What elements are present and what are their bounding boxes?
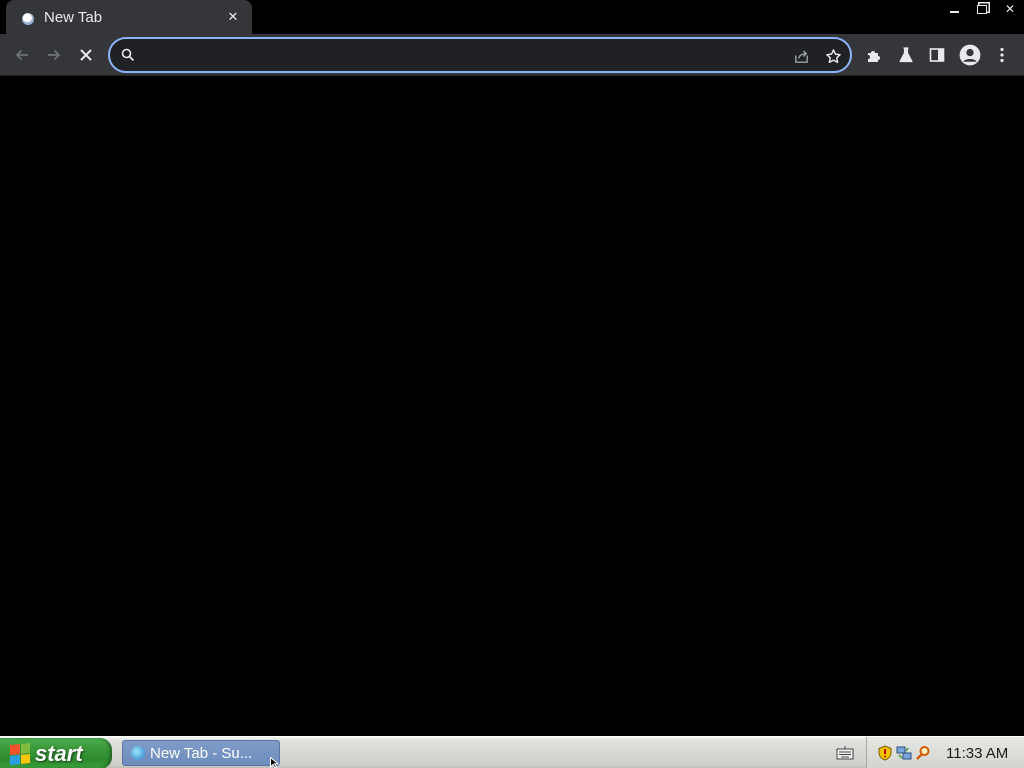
share-icon xyxy=(794,49,808,63)
flask-icon xyxy=(899,47,913,63)
profile-button[interactable] xyxy=(954,39,986,71)
stop-x-icon xyxy=(80,49,92,61)
close-window-button[interactable]: ✕ xyxy=(996,0,1024,18)
forward-arrow-icon xyxy=(48,49,61,61)
minimize-button[interactable] xyxy=(940,0,968,18)
browser-app-icon xyxy=(131,746,145,760)
start-label: start xyxy=(35,740,83,766)
back-arrow-icon xyxy=(15,49,28,61)
taskbar-window-button[interactable]: New Tab - Su... xyxy=(122,740,280,766)
stop-loading-button[interactable] xyxy=(70,39,102,71)
security-shield-icon[interactable] xyxy=(877,745,893,761)
keyboard-icon[interactable] xyxy=(836,745,854,761)
tab-title: New Tab xyxy=(44,8,103,26)
mouse-cursor-icon xyxy=(270,757,280,768)
puzzle-icon xyxy=(868,51,880,62)
search-icon xyxy=(121,48,135,62)
labs-button[interactable] xyxy=(890,39,922,71)
windows-logo-icon xyxy=(10,742,30,765)
more-vertical-icon xyxy=(1000,47,1004,63)
new-tab-favicon-icon xyxy=(22,12,34,25)
share-button[interactable] xyxy=(790,45,812,67)
taskbar-window-label: New Tab - Su... xyxy=(150,744,253,762)
page-content xyxy=(0,77,1024,736)
side-panel-icon xyxy=(929,48,945,62)
address-input[interactable] xyxy=(144,45,784,65)
browser-toolbar xyxy=(0,34,1024,76)
forward-button[interactable] xyxy=(38,39,70,71)
back-button[interactable] xyxy=(6,39,38,71)
system-tray: 11:33 AM xyxy=(866,737,1024,768)
side-panel-button[interactable] xyxy=(921,39,953,71)
tab-new-tab[interactable]: New Tab ✕ xyxy=(6,0,252,34)
network-icon[interactable] xyxy=(896,745,912,761)
tab-strip: New Tab ✕ ✕ xyxy=(0,0,1024,34)
bookmark-button[interactable] xyxy=(822,45,844,67)
start-button[interactable]: start xyxy=(0,738,112,768)
clock: 11:33 AM xyxy=(946,744,1009,762)
taskbar: start New Tab - Su... 11:33 AM xyxy=(0,736,1024,768)
search-magnifier-icon[interactable] xyxy=(915,745,931,761)
address-bar[interactable] xyxy=(108,37,852,73)
extensions-button[interactable] xyxy=(858,39,890,71)
tab-close-icon[interactable]: ✕ xyxy=(224,9,242,25)
restore-button[interactable] xyxy=(968,0,996,18)
star-icon xyxy=(825,48,841,63)
window-controls: ✕ xyxy=(940,0,1024,18)
browser-window: New Tab ✕ ✕ xyxy=(0,0,1024,736)
profile-avatar-icon xyxy=(959,44,981,66)
browser-menu-button[interactable] xyxy=(986,39,1018,71)
